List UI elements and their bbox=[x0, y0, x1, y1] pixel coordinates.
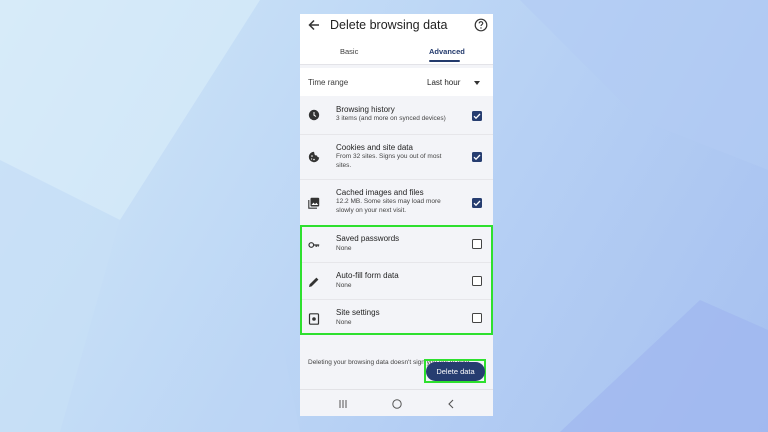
time-range-value[interactable]: Last hour bbox=[427, 78, 460, 87]
nav-back-icon[interactable] bbox=[445, 398, 457, 410]
home-icon[interactable] bbox=[391, 398, 403, 410]
checkmark-icon bbox=[473, 154, 481, 161]
item-subtitle: From 32 sites. Signs you out of most sit… bbox=[336, 153, 442, 169]
time-range-label: Time range bbox=[308, 78, 349, 87]
list-item-browsing-history[interactable]: Browsing history 3 items (and more on sy… bbox=[300, 98, 493, 134]
checkbox-browsing-history[interactable] bbox=[472, 111, 482, 121]
recent-apps-icon[interactable] bbox=[337, 398, 349, 410]
delete-data-button[interactable]: Delete data bbox=[426, 362, 485, 381]
help-icon[interactable] bbox=[474, 18, 488, 32]
checkmark-icon bbox=[473, 200, 481, 207]
checkbox-cached-images[interactable] bbox=[472, 198, 482, 208]
page-title: Delete browsing data bbox=[330, 18, 448, 32]
time-range-selector[interactable]: Time range Last hour bbox=[300, 68, 493, 96]
item-subtitle: 12.2 MB. Some sites may load more slowly… bbox=[336, 198, 441, 214]
dropdown-caret-icon bbox=[474, 81, 480, 85]
tab-basic[interactable]: Basic bbox=[340, 47, 358, 56]
tab-advanced[interactable]: Advanced bbox=[429, 47, 465, 56]
item-subtitle: 3 items (and more on synced devices) bbox=[336, 115, 446, 122]
list-item-cookies[interactable]: Cookies and site data From 32 sites. Sig… bbox=[300, 134, 493, 180]
item-title: Cookies and site data bbox=[336, 143, 413, 152]
clock-icon bbox=[308, 109, 320, 121]
list-item-cached-images[interactable]: Cached images and files 12.2 MB. Some si… bbox=[300, 179, 493, 225]
checkbox-cookies[interactable] bbox=[472, 152, 482, 162]
image-icon bbox=[308, 197, 320, 209]
highlight-box-unchecked-items bbox=[300, 225, 493, 335]
cookie-icon bbox=[308, 151, 320, 163]
checkmark-icon bbox=[473, 113, 481, 120]
system-nav-bar bbox=[300, 389, 493, 416]
app-bar: Delete browsing data bbox=[300, 14, 493, 38]
active-tab-indicator bbox=[429, 60, 460, 62]
back-arrow-icon[interactable] bbox=[307, 18, 321, 32]
item-title: Browsing history bbox=[336, 105, 395, 114]
item-title: Cached images and files bbox=[336, 188, 424, 197]
tab-bar: Basic Advanced bbox=[300, 38, 493, 65]
phone-screen: Delete browsing data Basic Advanced Time… bbox=[300, 14, 493, 416]
